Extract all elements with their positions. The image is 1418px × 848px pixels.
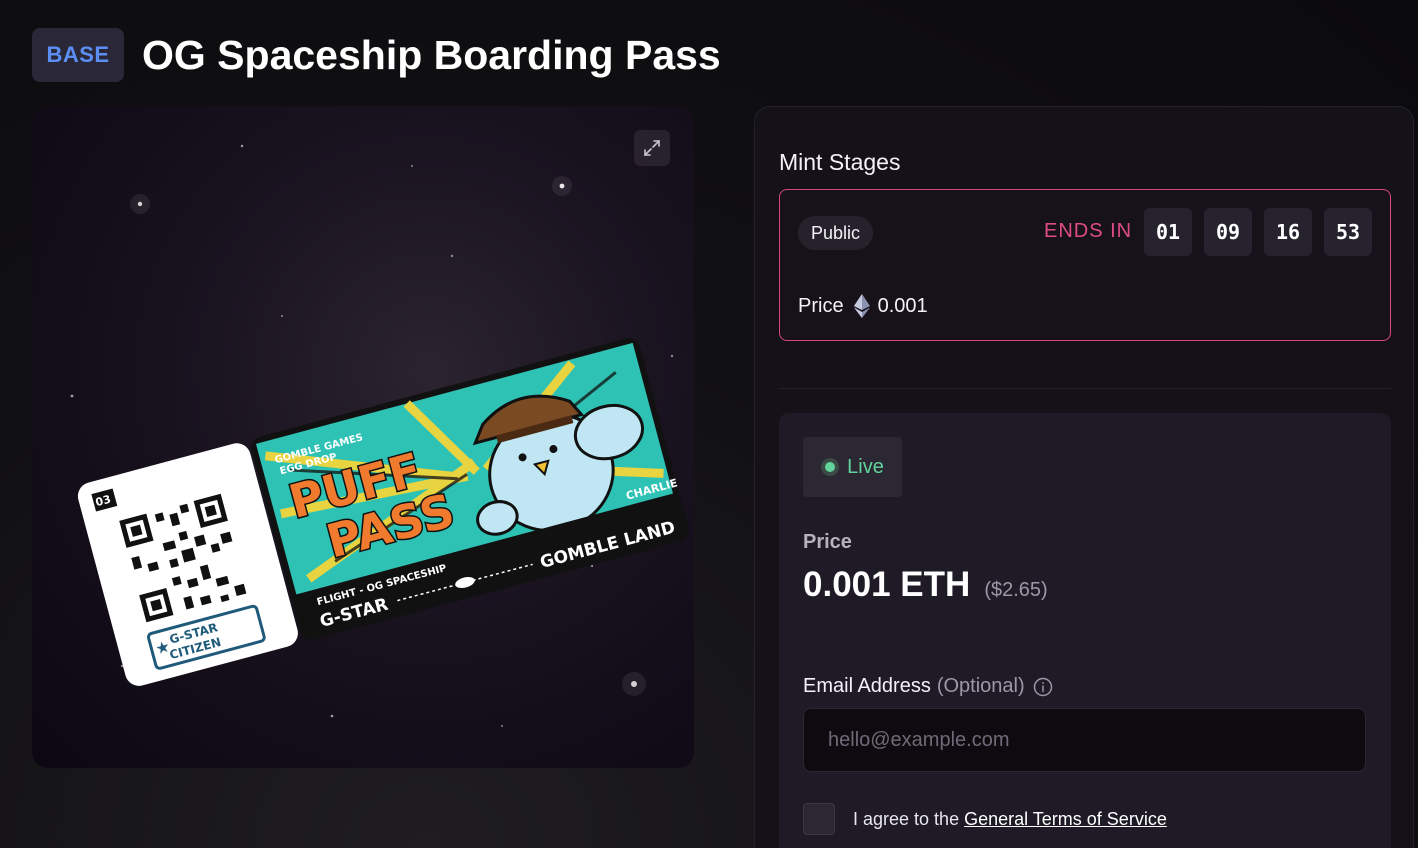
expand-icon [644, 140, 660, 156]
nft-artwork: 03 G-STAR CITIZEN ★ GOMBLE GAMES EGG DRO… [70, 144, 689, 727]
ethereum-icon [853, 294, 870, 318]
terms-checkbox[interactable] [803, 803, 835, 835]
countdown-hours: 09 [1204, 208, 1252, 256]
mint-card: Live Price 0.001 ETH ($2.65) Email Addre… [779, 413, 1391, 848]
price-row: 0.001 ETH ($2.65) [803, 565, 1048, 605]
stage-name-chip: Public [798, 216, 874, 250]
divider [779, 388, 1391, 389]
terms-row: I agree to the General Terms of Service [803, 803, 1167, 835]
countdown-seconds: 53 [1324, 208, 1372, 256]
chain-badge: BASE [32, 28, 124, 82]
mint-panel: Mint Stages Public ENDS IN 01 09 16 53 P… [754, 106, 1414, 848]
terms-link[interactable]: General Terms of Service [964, 809, 1167, 829]
stage-price-value: 0.001 [877, 294, 928, 317]
page-title: OG Spaceship Boarding Pass [142, 31, 721, 78]
live-dot-icon [821, 458, 840, 476]
live-status-badge: Live [803, 437, 902, 497]
live-status-label: Live [847, 455, 884, 478]
countdown-timer: 01 09 16 53 [1144, 208, 1372, 256]
email-input[interactable] [803, 708, 1366, 772]
price-value: 0.001 ETH [803, 565, 971, 604]
terms-prefix: I agree to the [853, 808, 965, 829]
mint-stages-title: Mint Stages [779, 149, 901, 175]
countdown-minutes: 16 [1264, 208, 1312, 256]
expand-button[interactable] [634, 130, 670, 166]
stage-price-label: Price [798, 294, 844, 317]
email-label: Email Address (Optional) [803, 675, 1053, 698]
nft-media: 03 G-STAR CITIZEN ★ GOMBLE GAMES EGG DRO… [32, 106, 694, 768]
stage-card-public[interactable]: Public ENDS IN 01 09 16 53 Price 0.001 [779, 189, 1391, 341]
terms-text: I agree to the General Terms of Service [853, 809, 1167, 830]
page-header: BASE OG Spaceship Boarding Pass [32, 28, 721, 82]
price-usd: ($2.65) [984, 579, 1048, 601]
email-optional-text: (Optional) [936, 675, 1025, 697]
price-label: Price [803, 531, 852, 553]
ticket: 03 G-STAR CITIZEN ★ GOMBLE GAMES EGG DRO… [77, 338, 689, 686]
countdown-days: 01 [1144, 208, 1192, 256]
stage-price: Price 0.001 [798, 294, 928, 318]
info-icon[interactable] [1033, 677, 1053, 697]
email-label-text: Email Address [803, 675, 931, 697]
ends-in-label: ENDS IN [1044, 220, 1133, 242]
